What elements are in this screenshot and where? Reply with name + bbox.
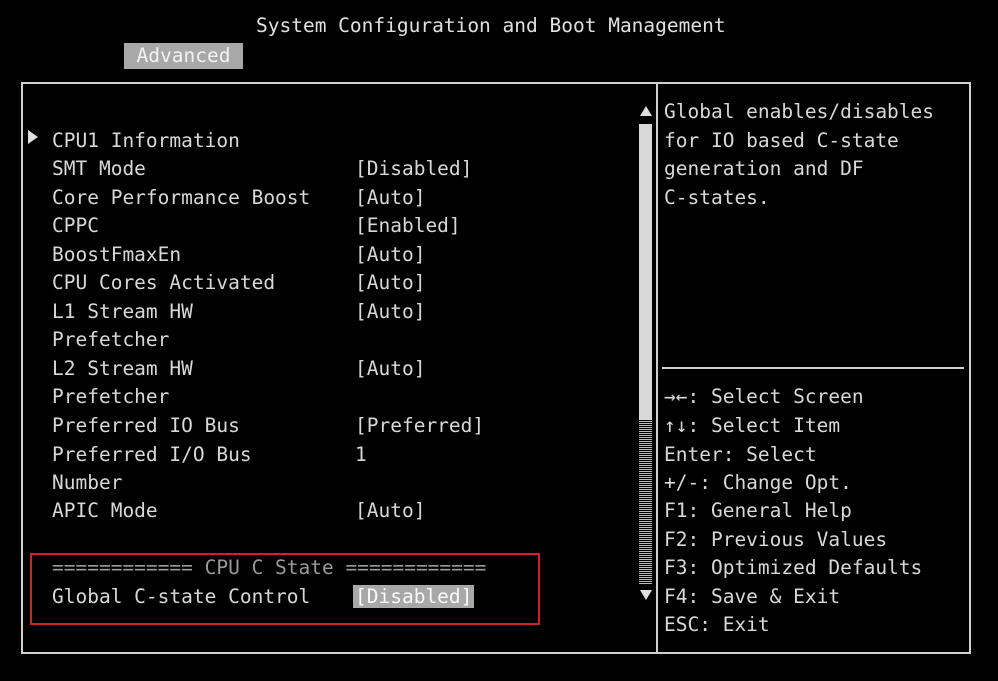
help-divider bbox=[662, 367, 964, 369]
setting-preferred-io-bus-value[interactable]: [Preferred] bbox=[355, 414, 484, 438]
setting-l1-stream-hw-value[interactable]: [Auto] bbox=[355, 300, 425, 324]
setting-boostfmaxen[interactable]: BoostFmaxEn bbox=[52, 243, 181, 267]
setting-l2-stream-hw-label-cont: Prefetcher bbox=[52, 385, 170, 408]
setting-l1-stream-hw-label-cont: Prefetcher bbox=[52, 328, 170, 351]
key-hint-esc-exit: ESC: Exit bbox=[664, 613, 770, 636]
setting-preferred-io-bus-number-label-cont: Number bbox=[52, 471, 123, 494]
setting-preferred-io-bus[interactable]: Preferred IO Bus bbox=[52, 414, 240, 438]
setting-l1-stream-hw[interactable]: L1 Stream HW bbox=[52, 300, 193, 324]
setting-preferred-io-bus-number-value[interactable]: 1 bbox=[355, 443, 367, 467]
scroll-down-arrow-icon[interactable] bbox=[640, 590, 652, 600]
scrollbar-thumb[interactable] bbox=[639, 124, 652, 420]
setting-smt-mode-value[interactable]: [Disabled] bbox=[355, 157, 472, 181]
key-hint-save-exit: F4: Save & Exit bbox=[664, 585, 841, 608]
vertical-divider bbox=[656, 82, 658, 654]
setting-preferred-io-bus-number[interactable]: Preferred I/O Bus bbox=[52, 443, 252, 467]
key-hint-select-screen: →←: Select Screen bbox=[664, 385, 864, 408]
key-hint-select-item: ↑↓: Select Item bbox=[664, 414, 841, 437]
setting-core-performance-boost[interactable]: Core Performance Boost bbox=[52, 186, 310, 210]
help-text-line: generation and DF bbox=[664, 157, 864, 180]
help-text-line: C-states. bbox=[664, 186, 770, 209]
help-text-line: for IO based C-state bbox=[664, 129, 899, 152]
setting-cpu-cores-activated[interactable]: CPU Cores Activated bbox=[52, 271, 275, 295]
setting-smt-mode[interactable]: SMT Mode bbox=[52, 157, 146, 181]
key-hint-previous-values: F2: Previous Values bbox=[664, 528, 888, 551]
help-text-line: Global enables/disables bbox=[664, 100, 935, 123]
key-hint-change-opt: +/-: Change Opt. bbox=[664, 471, 852, 494]
setting-boostfmaxen-value[interactable]: [Auto] bbox=[355, 243, 425, 267]
setting-core-performance-boost-value[interactable]: [Auto] bbox=[355, 186, 425, 210]
key-hint-optimized-defaults: F3: Optimized Defaults bbox=[664, 556, 923, 579]
setting-apic-mode[interactable]: APIC Mode bbox=[52, 499, 158, 523]
setting-l2-stream-hw[interactable]: L2 Stream HW bbox=[52, 357, 193, 381]
tab-advanced[interactable]: Advanced bbox=[124, 43, 243, 69]
setting-cpu-cores-activated-value[interactable]: [Auto] bbox=[355, 271, 425, 295]
setting-cpu1-information[interactable]: CPU1 Information bbox=[52, 129, 240, 153]
setting-cppc[interactable]: CPPC bbox=[52, 214, 99, 238]
setting-apic-mode-value[interactable]: [Auto] bbox=[355, 499, 425, 523]
page-title: System Configuration and Boot Management bbox=[256, 14, 726, 37]
highlight-box bbox=[30, 553, 540, 625]
setting-cppc-value[interactable]: [Enabled] bbox=[355, 214, 461, 238]
key-hint-enter: Enter: Select bbox=[664, 443, 817, 466]
scroll-up-arrow-icon[interactable] bbox=[640, 106, 652, 116]
key-hint-general-help: F1: General Help bbox=[664, 499, 852, 522]
setting-l2-stream-hw-value[interactable]: [Auto] bbox=[355, 357, 425, 381]
submenu-arrow-icon bbox=[28, 130, 38, 144]
